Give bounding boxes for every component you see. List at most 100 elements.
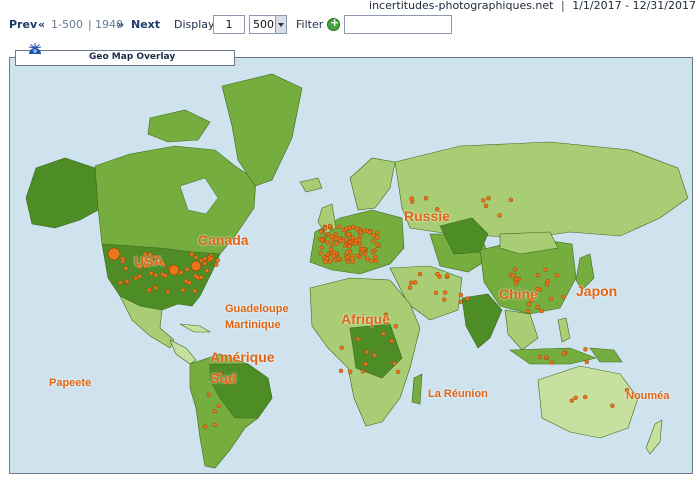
visit-marker[interactable] — [423, 196, 429, 201]
visit-marker[interactable] — [355, 336, 361, 342]
next-arrow-icon[interactable]: » — [117, 18, 124, 31]
visit-marker[interactable] — [153, 285, 158, 290]
visit-marker[interactable] — [329, 234, 334, 240]
visit-marker[interactable] — [137, 274, 143, 279]
visit-marker[interactable] — [525, 309, 531, 314]
visit-marker-large[interactable] — [190, 260, 202, 272]
visit-marker[interactable] — [481, 198, 486, 203]
visit-marker[interactable] — [327, 223, 333, 229]
visit-marker[interactable] — [375, 230, 380, 236]
visit-marker[interactable] — [583, 394, 588, 400]
visit-marker[interactable] — [417, 271, 423, 277]
visit-marker[interactable] — [442, 297, 447, 302]
visit-marker[interactable] — [370, 249, 376, 255]
visit-marker[interactable] — [212, 409, 217, 414]
visit-marker[interactable] — [338, 238, 343, 244]
visit-marker[interactable] — [365, 256, 370, 262]
visit-marker[interactable] — [561, 351, 567, 356]
visit-marker[interactable] — [348, 369, 353, 374]
visit-marker[interactable] — [360, 246, 366, 252]
visit-marker[interactable] — [202, 261, 208, 266]
visit-marker[interactable] — [319, 245, 324, 250]
visit-marker[interactable] — [318, 250, 323, 256]
visit-marker[interactable] — [407, 285, 413, 290]
visit-marker[interactable] — [215, 258, 221, 263]
visit-marker[interactable] — [561, 294, 566, 300]
visit-marker[interactable] — [362, 251, 368, 257]
visit-marker[interactable] — [180, 287, 186, 293]
visit-marker[interactable] — [202, 424, 208, 429]
visit-marker[interactable] — [319, 237, 325, 243]
visit-marker[interactable] — [334, 241, 339, 246]
filter-input[interactable] — [344, 15, 452, 34]
visit-marker[interactable] — [347, 249, 353, 254]
visit-marker[interactable] — [526, 302, 531, 307]
visit-marker[interactable] — [549, 360, 555, 365]
visit-marker[interactable] — [358, 233, 363, 239]
visit-marker[interactable] — [535, 304, 540, 310]
visit-marker[interactable] — [369, 258, 374, 264]
visit-marker[interactable] — [195, 275, 201, 281]
visit-marker[interactable] — [204, 268, 210, 273]
visit-marker[interactable] — [535, 272, 541, 278]
visit-marker[interactable] — [336, 224, 342, 230]
visit-marker[interactable] — [350, 259, 355, 264]
visit-marker[interactable] — [392, 361, 397, 366]
visit-marker[interactable] — [512, 267, 518, 272]
visit-marker[interactable] — [583, 347, 588, 352]
visit-marker[interactable] — [118, 280, 123, 285]
visit-marker[interactable] — [328, 259, 333, 264]
visit-marker[interactable] — [409, 196, 414, 201]
visit-marker[interactable] — [133, 275, 138, 281]
visit-marker[interactable] — [393, 324, 398, 329]
visit-marker[interactable] — [319, 229, 324, 234]
visit-marker[interactable] — [357, 241, 362, 247]
visit-marker[interactable] — [375, 242, 380, 247]
visit-marker[interactable] — [198, 258, 204, 263]
visit-marker-large[interactable] — [168, 264, 180, 276]
visit-marker[interactable] — [192, 288, 198, 294]
visit-marker[interactable] — [353, 237, 359, 243]
visit-marker[interactable] — [544, 354, 549, 360]
visit-marker[interactable] — [389, 338, 395, 344]
visit-marker[interactable] — [216, 403, 222, 408]
page-size-select[interactable]: 500 — [249, 15, 287, 34]
visit-marker[interactable] — [160, 271, 165, 277]
visit-marker[interactable] — [325, 252, 330, 257]
visit-marker[interactable] — [329, 242, 335, 248]
current-range-link[interactable]: 1-500 — [51, 18, 83, 31]
visit-marker[interactable] — [444, 273, 450, 279]
visit-marker[interactable] — [372, 353, 377, 358]
prev-button[interactable]: Prev — [9, 18, 37, 31]
visit-marker[interactable] — [371, 238, 376, 244]
visit-marker[interactable] — [610, 403, 615, 408]
visit-marker[interactable] — [325, 239, 330, 245]
visit-marker[interactable] — [497, 213, 502, 218]
visit-marker[interactable] — [351, 224, 356, 230]
visit-marker[interactable] — [124, 279, 130, 284]
visit-marker[interactable] — [486, 195, 491, 201]
next-button[interactable]: Next — [131, 18, 160, 31]
visit-marker[interactable] — [338, 368, 344, 374]
visit-marker[interactable] — [360, 369, 366, 374]
visit-marker[interactable] — [374, 258, 379, 264]
visit-marker[interactable] — [214, 262, 219, 268]
visit-marker[interactable] — [435, 271, 440, 277]
visit-marker[interactable] — [364, 349, 369, 355]
visit-marker[interactable] — [443, 290, 448, 295]
visit-marker[interactable] — [333, 236, 339, 242]
visit-marker[interactable] — [344, 237, 349, 242]
visit-marker[interactable] — [344, 226, 349, 231]
visit-marker[interactable] — [165, 289, 171, 294]
visit-marker[interactable] — [367, 230, 372, 235]
visit-marker[interactable] — [458, 292, 464, 298]
visit-marker[interactable] — [336, 256, 341, 261]
page-number-input[interactable] — [213, 15, 245, 34]
visit-marker[interactable] — [212, 422, 217, 428]
visit-marker[interactable] — [339, 345, 344, 350]
visit-marker[interactable] — [206, 392, 211, 397]
visit-marker[interactable] — [148, 271, 154, 276]
visit-marker[interactable] — [543, 267, 548, 272]
visit-marker[interactable] — [346, 232, 351, 237]
visit-marker[interactable] — [322, 226, 328, 231]
